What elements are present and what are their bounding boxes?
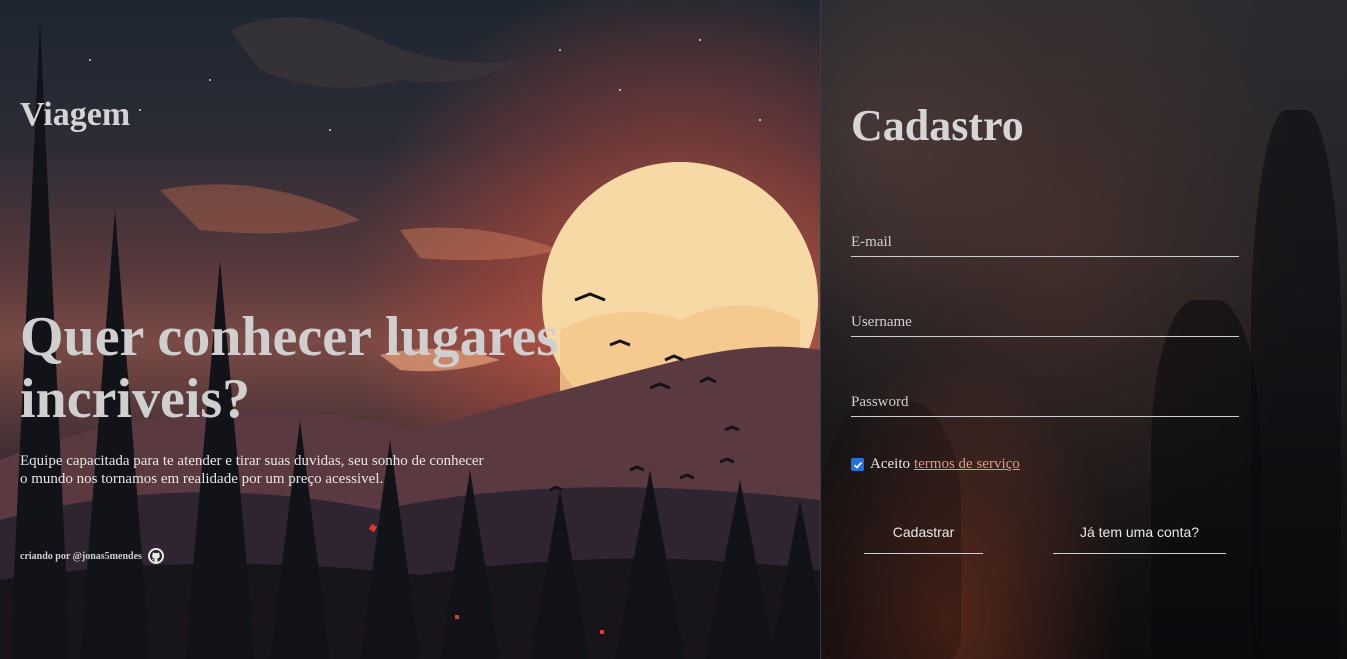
credit-text: criando por @jonas5mendes	[20, 550, 142, 562]
accept-terms-checkbox[interactable]	[851, 458, 864, 471]
background-blur-shape	[1251, 110, 1341, 659]
terms-of-service-link[interactable]: termos de serviço	[914, 456, 1020, 473]
github-icon[interactable]	[147, 548, 164, 564]
email-field[interactable]	[851, 228, 1239, 256]
password-field[interactable]	[851, 388, 1239, 416]
author-credit: criando por @jonas5mendes	[20, 548, 164, 564]
password-field-wrapper	[851, 388, 1239, 417]
signup-panel: Cadastro Aceito termos de serviço Cadast…	[820, 0, 1347, 659]
hero-section: Viagem Quer conhecer lugares incriveis? …	[0, 0, 820, 659]
accept-label: Aceito	[870, 456, 910, 472]
username-field[interactable]	[851, 308, 1239, 336]
email-field-wrapper	[851, 228, 1239, 257]
signup-title: Cadastro	[851, 101, 1024, 150]
login-link-button[interactable]: Já tem uma conta?	[1053, 510, 1226, 554]
register-button[interactable]: Cadastrar	[864, 510, 983, 554]
hero-description: Equipe capacitada para te atender e tira…	[20, 453, 484, 487]
terms-row: Aceito termos de serviço	[851, 456, 1020, 473]
username-field-wrapper	[851, 308, 1239, 337]
background-blur-shape	[1151, 300, 1261, 659]
hero-headline: Quer conhecer lugares incriveis?	[20, 306, 559, 430]
checkmark-icon	[853, 461, 862, 469]
brand-logo-text: Viagem	[20, 96, 131, 133]
